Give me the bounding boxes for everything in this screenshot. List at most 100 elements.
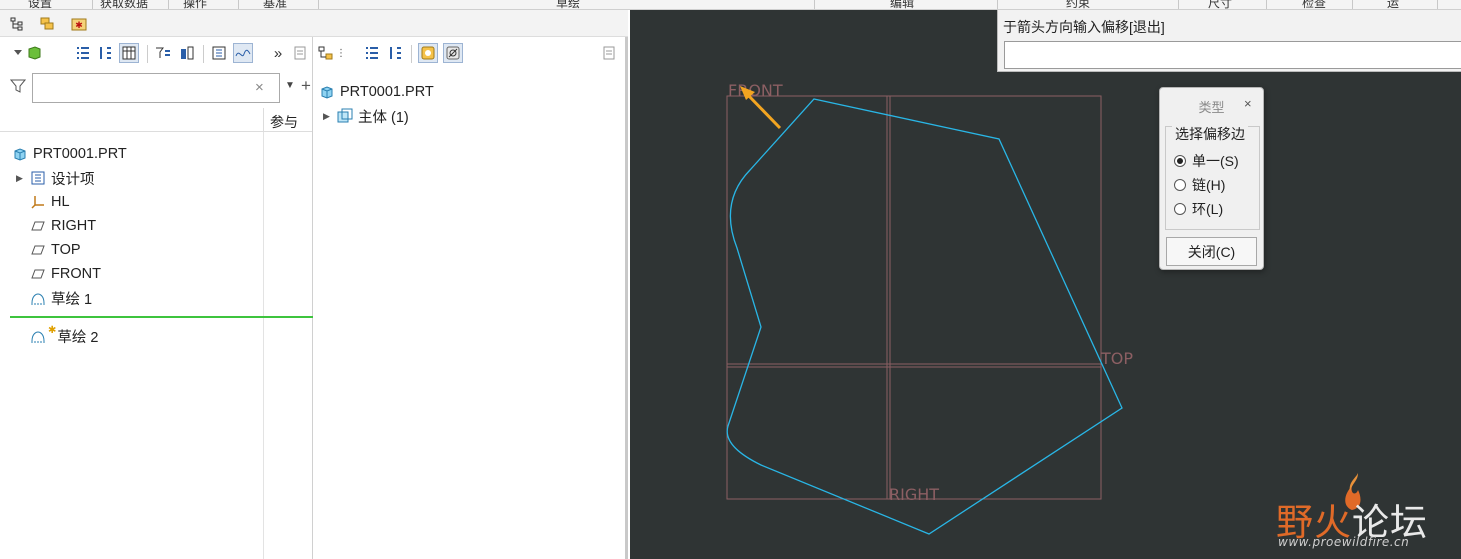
ribbon-separator [1178,0,1179,9]
datum-plane-icon [30,242,46,258]
radio-single[interactable]: 单一(S) [1174,151,1239,171]
ribbon-separator [168,0,169,9]
ribbon-group-constrain[interactable]: 约束 [1066,0,1090,9]
toolbar-separator [147,45,148,63]
forum-watermark: 野火论坛 www.proewildfire.cn [1272,472,1452,552]
tree-filters-icon[interactable] [73,43,93,63]
tree-node-part[interactable]: PRT0001.PRT [12,143,127,165]
ribbon-group-operations[interactable]: 操作 [183,0,207,9]
group-label: 选择偏移边 [1172,124,1248,144]
radio-icon[interactable] [1174,179,1186,191]
expand-icon[interactable]: ▶ [323,111,335,122]
tree-node-label: FRONT [51,266,101,282]
column-ref-header[interactable]: 参与 [263,108,313,132]
datum-label-front[interactable]: FRONT [728,81,783,100]
radio-label: 链(H) [1192,177,1226,193]
toolbar-separator [203,45,204,63]
body-show-icon[interactable] [418,43,438,63]
detail-tree-icon[interactable] [209,43,229,63]
clear-search-icon[interactable]: × [255,79,264,96]
tree-node-label: PRT0001.PRT [340,84,434,100]
insert-indicator[interactable] [10,316,313,318]
close-icon[interactable]: × [1244,96,1252,111]
ribbon-group-edit[interactable]: 编辑 [890,0,914,9]
body-tree: ⋮ PRT0001.PRT ▶ 主体 (1) [315,37,628,559]
tree-node-sketch-2[interactable]: ✱ 草绘 2 [30,325,98,347]
ribbon-separator [997,0,998,9]
tree-node-sketch-1[interactable]: 草绘 1 [30,287,92,309]
ribbon-group-inspect[interactable]: 检查 [1302,0,1326,9]
tree-columns-icon[interactable] [95,43,115,63]
body-list-icon[interactable] [362,43,382,63]
ribbon-group-datum[interactable]: 基准 [263,0,287,9]
ribbon-group-setup[interactable]: 设置 [28,0,52,9]
model-tree-icon[interactable] [8,15,26,33]
radio-selected-icon[interactable] [1174,155,1186,167]
filter-display-icon[interactable] [153,43,173,63]
radio-chain[interactable]: 链(H) [1174,175,1225,195]
tree-settings-icon[interactable] [119,43,139,63]
design-items-icon [30,170,46,186]
tree-node-label: 草绘 1 [51,291,93,308]
ribbon-group-dimension[interactable]: 尺寸 [1208,0,1232,9]
type-dialog: 类型 × 选择偏移边 单一(S) 链(H) 环(L) 关闭(C) [1159,87,1264,270]
radio-label: 单一(S) [1192,153,1239,169]
show-placeholders-icon[interactable] [177,43,197,63]
show-sketch-icon[interactable] [233,43,253,63]
body-tree-node-main-body[interactable]: ▶ 主体 (1) [323,105,409,127]
model-tree-toolbar: » [0,37,312,69]
tree-filter: × ▼ + [9,73,311,103]
ribbon-separator [318,0,319,9]
sketch-icon [30,290,46,306]
tree-node-label: 草绘 2 [57,329,99,346]
add-filter-icon[interactable]: + [301,76,311,96]
tree-node-hl[interactable]: HL [30,191,70,213]
navigator-tabs: ✱ [0,10,628,37]
favorites-icon[interactable]: ✱ [70,15,88,33]
tree-node-label: 设计项 [51,171,95,188]
show-menu-icon[interactable] [10,43,44,63]
message-area: 于箭头方向输入偏移[退出] [997,10,1461,72]
body-tree-node-part[interactable]: PRT0001.PRT [319,81,434,103]
body-filter-icon[interactable] [317,43,337,63]
tree-node-label: 主体 (1) [358,109,409,126]
body-menu-icon[interactable]: ⋮ [336,43,346,63]
ribbon-separator [1352,0,1353,9]
tree-node-front[interactable]: FRONT [30,263,101,285]
sketch-active-icon [30,328,46,344]
layer-tree-icon[interactable] [38,15,56,33]
sketch-profile[interactable] [726,98,1123,535]
ribbon-group-sketch[interactable]: 草绘 [556,0,580,9]
new-feature-star-icon: ✱ [48,325,57,336]
datum-label-right[interactable]: RIGHT [889,485,939,504]
datum-label-top[interactable]: TOP [1100,349,1133,368]
tree-node-design-items[interactable]: ▶ 设计项 [16,167,95,189]
panel-options-icon[interactable] [290,43,310,63]
radio-loop[interactable]: 环(L) [1174,199,1223,219]
body-tree-toolbar: ⋮ [315,37,625,69]
expand-icon[interactable]: ▶ [16,173,28,184]
column-divider [263,132,264,559]
tree-node-top[interactable]: TOP [30,239,81,261]
panel-options-icon[interactable] [599,43,619,63]
offset-value-input[interactable] [1004,41,1461,69]
datum-plane-boundary[interactable] [726,95,1102,500]
tree-node-right[interactable]: RIGHT [30,215,96,237]
tree-column-header: 参与 [0,108,312,132]
close-button[interactable]: 关闭(C) [1166,237,1257,266]
filter-dropdown-icon[interactable]: ▼ [285,80,295,91]
more-tools-icon[interactable]: » [268,43,288,63]
ribbon-separator [92,0,93,9]
part-icon [12,146,28,162]
tree-node-label: RIGHT [51,218,97,234]
csys-icon [30,194,46,210]
ribbon-group-get-data[interactable]: 获取数据 [100,0,148,9]
watermark-url: www.proewildfire.cn [1278,535,1410,549]
body-hide-icon[interactable] [443,43,463,63]
body-columns-icon[interactable] [385,43,405,63]
ribbon-group-run[interactable]: 运 [1387,0,1399,9]
ribbon-separator [1266,0,1267,9]
tree-search-input[interactable] [32,73,280,103]
radio-icon[interactable] [1174,203,1186,215]
model-tree: » × ▼ + 参与 PRT0001.PRT ▶ 设计项 HL RIGHT TO… [0,37,313,559]
